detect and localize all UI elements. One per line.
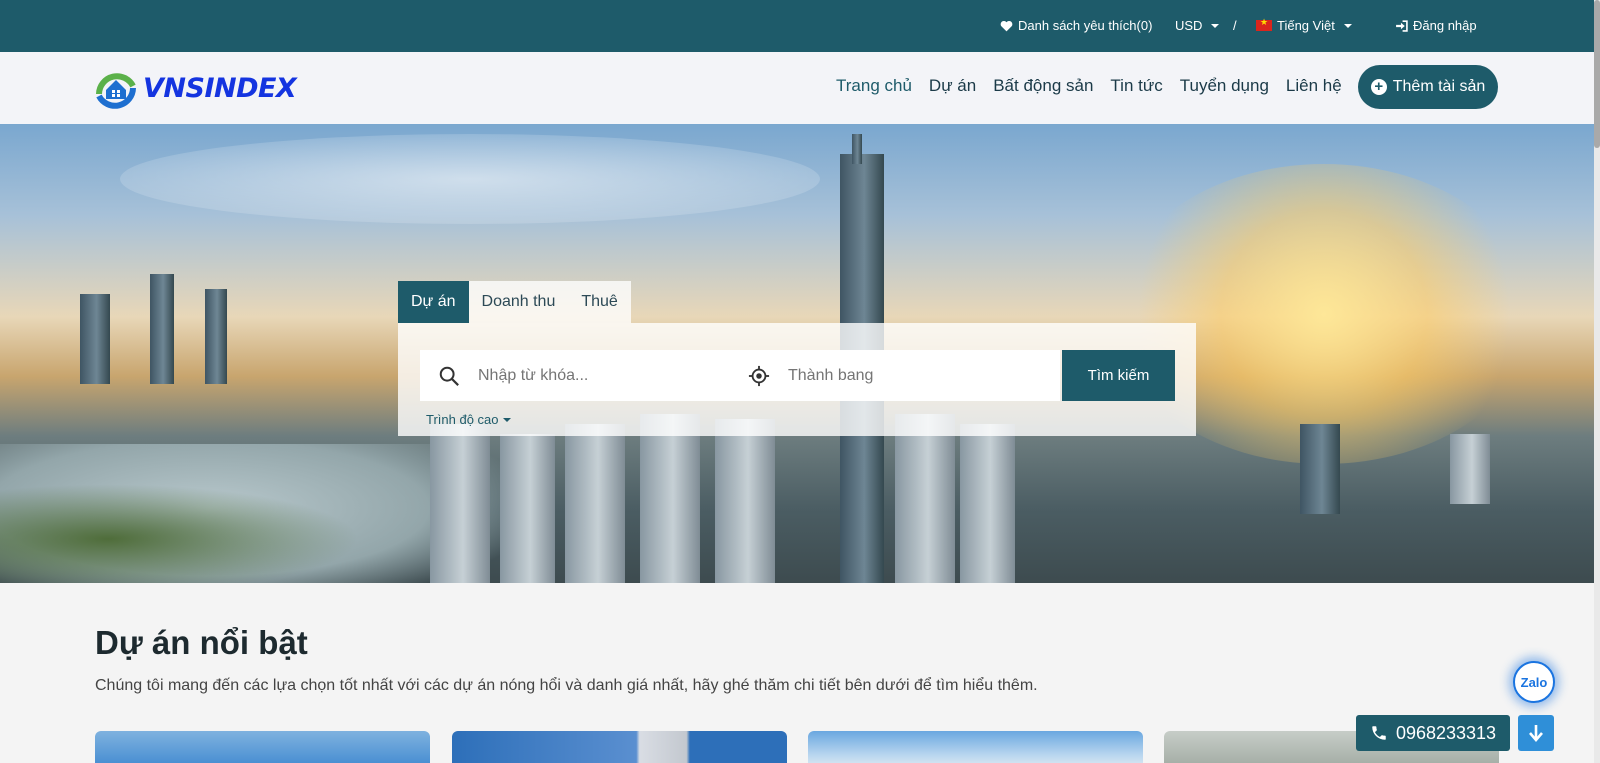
hotline-button[interactable]: 0968233313 <box>1356 715 1510 751</box>
advanced-search-label: Trình độ cao <box>426 412 499 427</box>
add-property-label: Thêm tài sản <box>1392 78 1486 95</box>
house-logo-icon <box>96 73 136 109</box>
wishlist-link[interactable]: Danh sách yêu thích(0) <box>1000 18 1152 33</box>
main-nav: Trang chủ Dự án Bất động sản Tin tức Tuy… <box>836 76 1342 96</box>
skyline-building <box>80 294 110 384</box>
section-title: Dự án nổi bật <box>95 624 308 661</box>
zalo-chat-button[interactable]: Zalo <box>1513 661 1555 703</box>
skyline-building <box>895 414 955 583</box>
wishlist-label: Danh sách yêu thích(0) <box>1018 18 1153 33</box>
hero-greenery <box>0 484 360 583</box>
language-dropdown[interactable]: Tiếng Việt <box>1256 17 1352 33</box>
project-card[interactable] <box>452 731 787 763</box>
hotline-number: 0968233313 <box>1395 722 1497 743</box>
login-link[interactable]: Đăng nhập <box>1395 18 1477 33</box>
project-card[interactable] <box>95 731 430 763</box>
nav-item-real-estate[interactable]: Bất động sản <box>993 76 1093 96</box>
tab-rent[interactable]: Thuê <box>568 281 631 323</box>
skyline-building <box>150 274 174 384</box>
skyline-building <box>500 434 555 583</box>
location-input[interactable] <box>788 366 1028 385</box>
plus-circle-icon: + <box>1370 79 1387 95</box>
language-label: Tiếng Việt <box>1277 18 1335 33</box>
scrollbar-thumb[interactable] <box>1594 0 1600 148</box>
nav-item-home[interactable]: Trang chủ <box>836 76 912 96</box>
hero-clouds <box>120 134 820 224</box>
nav-item-careers[interactable]: Tuyển dụng <box>1180 76 1269 96</box>
search-tabs: Dự án Doanh thu Thuê <box>398 281 631 323</box>
skyline-building <box>430 424 490 583</box>
keyword-input[interactable] <box>478 366 728 385</box>
site-logo[interactable]: VNSINDEX <box>95 66 297 110</box>
skyline-building <box>565 424 625 583</box>
nav-item-news[interactable]: Tin tức <box>1110 76 1162 96</box>
currency-dropdown[interactable]: USD <box>1175 18 1220 33</box>
skyline-building <box>960 424 1015 583</box>
chevron-down-icon <box>1211 23 1220 28</box>
skyline-building <box>1300 424 1340 514</box>
arrow-down-icon <box>1529 725 1543 742</box>
sign-in-icon <box>1396 19 1408 32</box>
advanced-search-toggle[interactable]: Trình độ cao <box>426 412 511 427</box>
section-description: Chúng tôi mang đến các lựa chọn tốt nhất… <box>95 677 1038 694</box>
vietnam-flag-icon <box>1256 17 1272 31</box>
phone-icon <box>1372 726 1386 740</box>
skyline-building <box>715 419 775 583</box>
project-card[interactable] <box>808 731 1143 763</box>
logo-text: VNSINDEX <box>143 72 297 104</box>
chevron-down-icon <box>502 417 511 422</box>
search-panel: Tìm kiếm Trình độ cao <box>398 323 1196 436</box>
search-fields <box>420 350 1060 401</box>
login-label: Đăng nhập <box>1413 18 1477 33</box>
tab-projects[interactable]: Dự án <box>398 281 469 323</box>
crosshair-icon <box>748 365 770 386</box>
skyline-building <box>1450 434 1490 504</box>
add-property-button[interactable]: + Thêm tài sản <box>1358 65 1498 109</box>
nav-item-contact[interactable]: Liên hệ <box>1286 76 1342 96</box>
heart-icon <box>1000 20 1013 31</box>
tab-sale[interactable]: Doanh thu <box>468 281 569 323</box>
nav-item-projects[interactable]: Dự án <box>929 76 976 96</box>
page-scrollbar[interactable] <box>1594 0 1600 763</box>
search-icon <box>439 366 459 386</box>
search-button[interactable]: Tìm kiếm <box>1062 350 1175 401</box>
skyline-building <box>640 414 700 583</box>
main-header: VNSINDEX Trang chủ Dự án Bất động sản Ti… <box>0 52 1594 124</box>
chevron-down-icon <box>1343 23 1352 28</box>
currency-label: USD <box>1175 18 1203 33</box>
topbar-separator: / <box>1233 18 1237 33</box>
skyline-building <box>205 289 227 384</box>
scroll-down-button[interactable] <box>1518 715 1554 751</box>
landmark-spire <box>852 134 862 164</box>
top-bar: Danh sách yêu thích(0) USD / Tiếng Việt … <box>0 0 1600 52</box>
